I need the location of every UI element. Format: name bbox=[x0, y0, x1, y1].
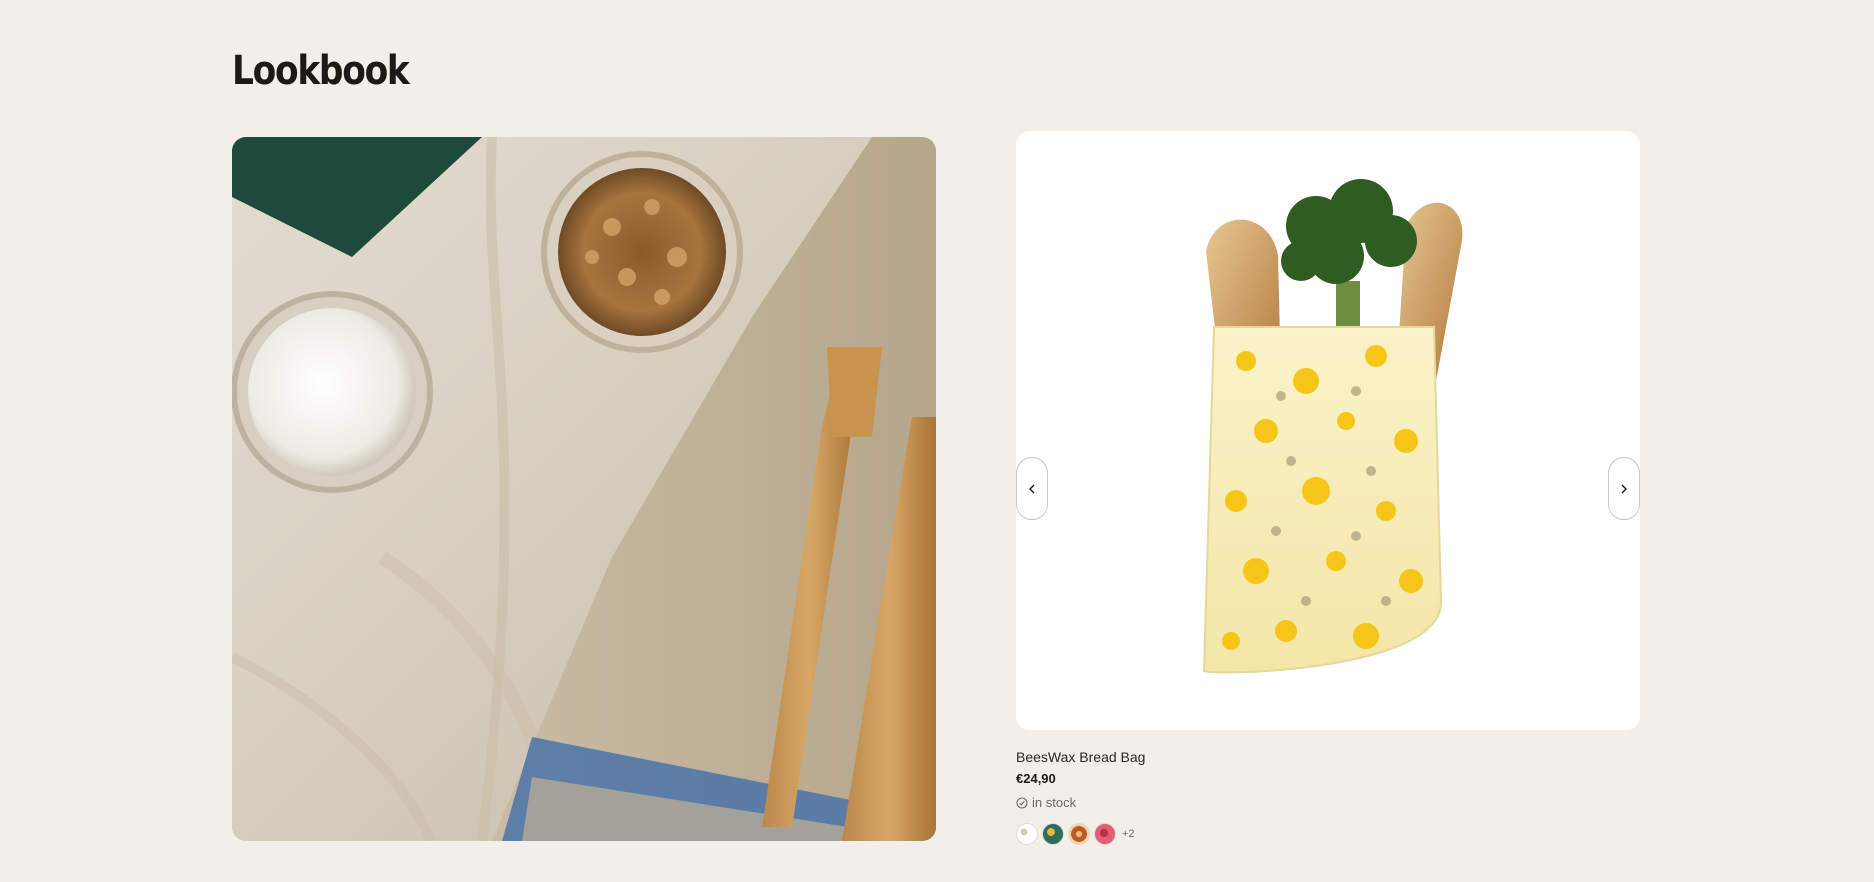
lookbook-image[interactable] bbox=[232, 137, 936, 841]
product-price: €24,90 bbox=[1016, 771, 1056, 786]
chevron-right-icon bbox=[1621, 484, 1627, 493]
product-name[interactable]: BeesWax Bread Bag bbox=[1016, 749, 1145, 765]
lookbook-photo bbox=[232, 137, 936, 841]
product-image-card[interactable] bbox=[1016, 131, 1640, 730]
stock-label: in stock bbox=[1032, 795, 1077, 810]
variant-swatches: +2 bbox=[1016, 823, 1135, 845]
more-variants-count[interactable]: +2 bbox=[1122, 828, 1135, 840]
page-title: Lookbook bbox=[232, 48, 410, 94]
carousel-next-button[interactable] bbox=[1608, 457, 1640, 520]
product-image bbox=[1202, 179, 1463, 674]
swatch-white-floral[interactable] bbox=[1016, 823, 1038, 845]
swatch-pink-pattern[interactable] bbox=[1094, 823, 1116, 845]
swatch-green-pattern[interactable] bbox=[1042, 823, 1064, 845]
swatch-orange-pattern[interactable] bbox=[1068, 823, 1090, 845]
check-circle-icon bbox=[1016, 796, 1028, 809]
chevron-left-icon bbox=[1029, 484, 1035, 493]
stock-status: in stock bbox=[1016, 795, 1076, 810]
carousel-prev-button[interactable] bbox=[1016, 457, 1048, 520]
